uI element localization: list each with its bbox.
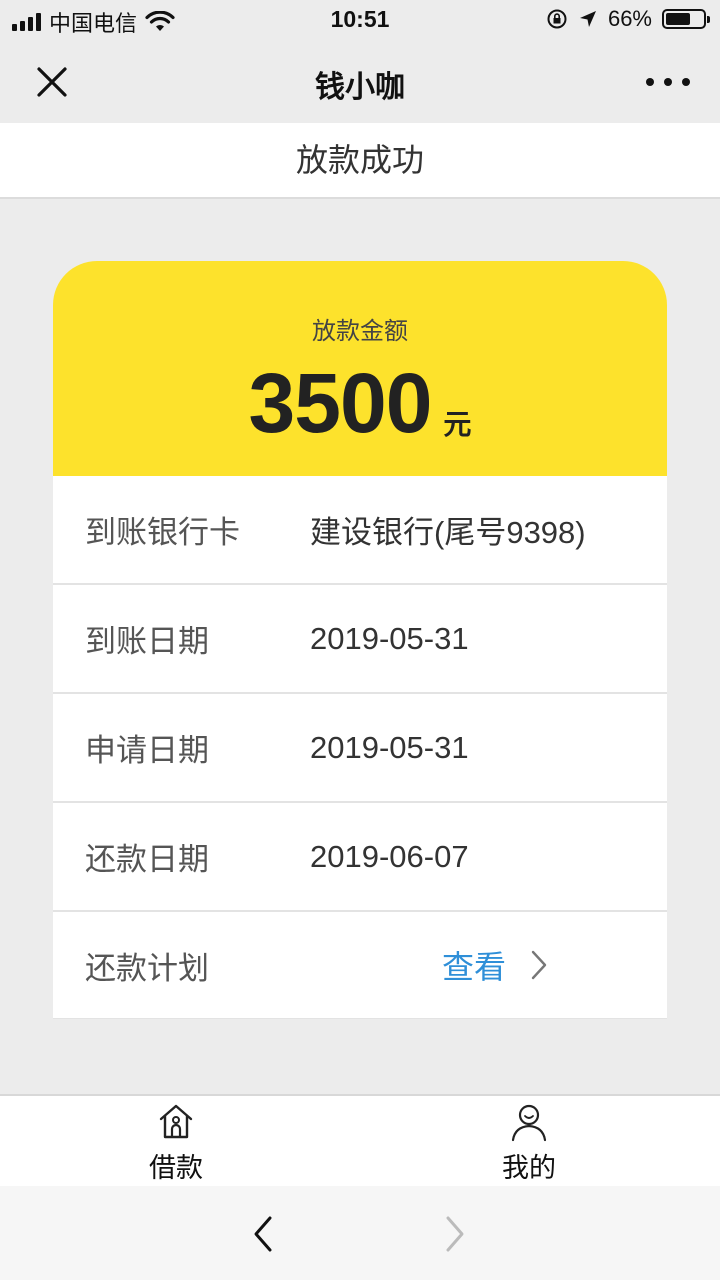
row-value: 2019-05-31 xyxy=(310,729,469,765)
amount-unit: 元 xyxy=(443,409,472,440)
view-plan-text[interactable]: 查看 xyxy=(442,942,506,988)
battery-percent: 66% xyxy=(607,6,652,31)
row-label: 还款计划 xyxy=(85,950,209,986)
detail-row-apply-date: 申请日期 2019-05-31 xyxy=(53,694,667,803)
tab-label: 借款 xyxy=(149,1153,203,1183)
detail-list: 到账银行卡 建设银行(尾号9398) 到账日期 2019-05-31 申请日期 … xyxy=(53,476,667,1019)
row-value: 2019-06-07 xyxy=(310,838,469,874)
row-value: 2019-05-31 xyxy=(310,620,469,656)
chevron-right-icon xyxy=(446,1216,464,1252)
chevron-right-icon xyxy=(531,950,547,980)
battery-icon xyxy=(662,9,710,29)
tab-mine[interactable]: 我的 xyxy=(469,1102,589,1185)
forward-button[interactable] xyxy=(438,1214,470,1254)
more-button[interactable] xyxy=(646,62,690,102)
tab-bar: 借款 我的 xyxy=(0,1094,720,1186)
tab-loan[interactable]: 借款 xyxy=(116,1102,236,1185)
amount-row: 3500 元 xyxy=(53,361,667,445)
rotation-lock-icon xyxy=(547,9,567,29)
detail-row-repay-date: 还款日期 2019-06-07 xyxy=(53,803,667,912)
tab-label: 我的 xyxy=(502,1153,556,1183)
detail-row-bank-card: 到账银行卡 建设银行(尾号9398) xyxy=(53,476,667,585)
row-label: 申请日期 xyxy=(85,733,209,768)
amount-value: 3500 xyxy=(248,356,433,450)
status-bar: 中国电信 10:51 66% xyxy=(0,0,720,40)
row-label: 到账日期 xyxy=(85,624,209,659)
user-icon xyxy=(511,1104,547,1142)
more-dot-icon xyxy=(682,78,690,86)
loan-card: 放款金额 3500 元 到账银行卡 建设银行(尾号9398) 到账日期 2019… xyxy=(53,261,667,1019)
view-plan-link[interactable]: 查看 xyxy=(442,942,548,988)
row-label: 还款日期 xyxy=(85,842,209,877)
status-right: 66% xyxy=(546,6,710,32)
detail-row-arrival-date: 到账日期 2019-05-31 xyxy=(53,585,667,694)
home-icon xyxy=(159,1104,193,1139)
battery-fill xyxy=(666,13,690,25)
chevron-left-icon xyxy=(254,1216,272,1252)
back-button[interactable] xyxy=(248,1214,280,1254)
more-dot-icon xyxy=(664,78,672,86)
amount-label: 放款金额 xyxy=(312,318,408,345)
more-dot-icon xyxy=(646,78,654,86)
detail-row-repay-plan[interactable]: 还款计划 查看 xyxy=(53,912,667,1019)
row-label: 到账银行卡 xyxy=(85,515,240,550)
location-icon xyxy=(579,11,596,27)
browser-toolbar xyxy=(0,1186,720,1280)
page-title: 放款成功 xyxy=(0,123,720,199)
row-value: 建设银行(尾号9398) xyxy=(310,515,586,550)
nav-title: 钱小咖 xyxy=(315,71,405,104)
nav-bar: 钱小咖 xyxy=(0,40,720,123)
amount-panel: 放款金额 3500 元 xyxy=(53,261,667,476)
